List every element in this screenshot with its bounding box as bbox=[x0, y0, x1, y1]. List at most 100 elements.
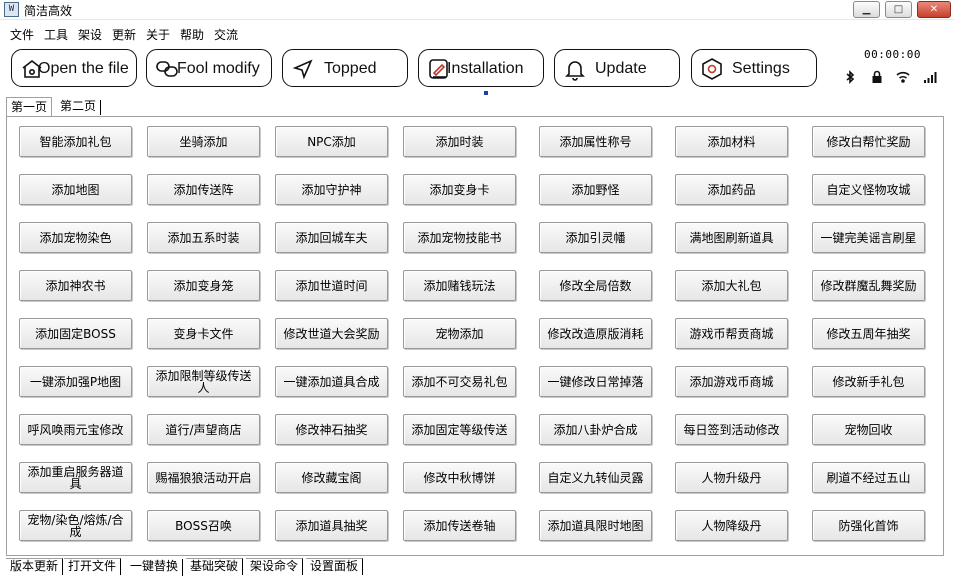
tab-one-click-replace[interactable]: 一键替换 bbox=[126, 559, 184, 576]
minimize-button[interactable]: ▁ bbox=[853, 1, 880, 18]
grid-button[interactable]: 宠物/染色/熔炼/合成 bbox=[19, 510, 132, 541]
tab-page-two[interactable]: 第二页 bbox=[56, 100, 102, 115]
settings-label: Settings bbox=[732, 60, 790, 77]
settings-button[interactable]: Settings bbox=[691, 49, 817, 87]
grid-button[interactable]: 添加固定BOSS bbox=[19, 318, 132, 349]
window-title: 简洁高效 bbox=[24, 4, 73, 18]
tab-basic-breakthrough[interactable]: 基础突破 bbox=[186, 558, 244, 575]
grid-button[interactable]: 坐骑添加 bbox=[147, 126, 260, 157]
grid-button[interactable]: 修改五周年抽奖 bbox=[812, 318, 925, 349]
title-bar: W 简洁高效 ▁ □ ✕ bbox=[0, 0, 954, 20]
grid-button[interactable]: 修改全局倍数 bbox=[539, 270, 652, 301]
grid-button[interactable]: 人物降级丹 bbox=[675, 510, 788, 541]
clock-readout: 00:00:00 bbox=[864, 48, 921, 61]
grid-button[interactable]: 添加道具限时地图 bbox=[539, 510, 652, 541]
grid-button[interactable]: 游戏币帮贡商城 bbox=[675, 318, 788, 349]
grid-button[interactable]: 添加限制等级传送人 bbox=[147, 366, 260, 397]
grid-button[interactable]: 赐福狼狼活动开启 bbox=[147, 462, 260, 493]
grid-button[interactable]: 添加重启服务器道具 bbox=[19, 462, 132, 493]
close-button[interactable]: ✕ bbox=[917, 1, 951, 18]
grid-button[interactable]: 添加时装 bbox=[403, 126, 516, 157]
grid-button[interactable]: 修改世道大会奖励 bbox=[275, 318, 388, 349]
grid-button[interactable]: 添加传送阵 bbox=[147, 174, 260, 205]
open-file-label: Open the file bbox=[38, 60, 129, 77]
grid-button[interactable]: 道行/声望商店 bbox=[147, 414, 260, 445]
installation-button[interactable]: Installation bbox=[418, 49, 544, 87]
grid-button[interactable]: 修改藏宝阁 bbox=[275, 462, 388, 493]
grid-button[interactable]: 满地图刷新道具 bbox=[675, 222, 788, 253]
grid-button[interactable]: 修改中秋博饼 bbox=[403, 462, 516, 493]
location-icon bbox=[292, 59, 313, 80]
grid-button[interactable]: 呼风唤雨元宝修改 bbox=[19, 414, 132, 445]
grid-button[interactable]: 修改改造原版消耗 bbox=[539, 318, 652, 349]
fool-modify-button[interactable]: Fool modify bbox=[146, 49, 272, 87]
grid-button[interactable]: 添加固定等级传送 bbox=[403, 414, 516, 445]
grid-button[interactable]: 修改群魔乱舞奖励 bbox=[812, 270, 925, 301]
grid-button[interactable]: 添加守护神 bbox=[275, 174, 388, 205]
menu-tools[interactable]: 工具 bbox=[44, 26, 68, 43]
grid-button[interactable]: 添加赌钱玩法 bbox=[403, 270, 516, 301]
grid-button[interactable]: 添加引灵幡 bbox=[539, 222, 652, 253]
grid-button[interactable]: 添加材料 bbox=[675, 126, 788, 157]
wifi-icon bbox=[896, 71, 910, 83]
grid-button[interactable]: 修改神石抽奖 bbox=[275, 414, 388, 445]
grid-button[interactable]: 添加游戏币商城 bbox=[675, 366, 788, 397]
open-file-button[interactable]: Open the file bbox=[11, 49, 137, 87]
tab-settings-panel[interactable]: 设置面板 bbox=[306, 558, 364, 575]
grid-button[interactable]: 宠物回收 bbox=[812, 414, 925, 445]
menu-community[interactable]: 交流 bbox=[214, 26, 238, 43]
grid-button[interactable]: 人物升级丹 bbox=[675, 462, 788, 493]
grid-button[interactable]: 刷道不经过五山 bbox=[812, 462, 925, 493]
grid-button[interactable]: 添加宠物染色 bbox=[19, 222, 132, 253]
grid-button[interactable]: 添加八卦炉合成 bbox=[539, 414, 652, 445]
grid-button[interactable]: 一键完美谣言刷星 bbox=[812, 222, 925, 253]
tab-open-file[interactable]: 打开文件 bbox=[64, 558, 122, 575]
grid-button[interactable]: 添加不可交易礼包 bbox=[403, 366, 516, 397]
update-label: Update bbox=[595, 60, 647, 77]
grid-button[interactable]: 修改新手礼包 bbox=[812, 366, 925, 397]
menu-help[interactable]: 帮助 bbox=[180, 26, 204, 43]
grid-button[interactable]: 添加野怪 bbox=[539, 174, 652, 205]
grid-button[interactable]: 添加道具抽奖 bbox=[275, 510, 388, 541]
grid-button[interactable]: 添加世道时间 bbox=[275, 270, 388, 301]
grid-button[interactable]: 添加地图 bbox=[19, 174, 132, 205]
grid-button[interactable]: 每日签到活动修改 bbox=[675, 414, 788, 445]
grid-button[interactable]: 添加传送卷轴 bbox=[403, 510, 516, 541]
grid-button[interactable]: 一键修改日常掉落 bbox=[539, 366, 652, 397]
grid-button[interactable]: 添加属性称号 bbox=[539, 126, 652, 157]
grid-button[interactable]: 添加神农书 bbox=[19, 270, 132, 301]
grid-button[interactable]: 添加五系时装 bbox=[147, 222, 260, 253]
grid-button[interactable]: 宠物添加 bbox=[403, 318, 516, 349]
bottom-tabs: 版本更新 打开文件 一键替换 基础突破 架设命令 设置面板 bbox=[6, 558, 944, 576]
menu-about[interactable]: 关于 bbox=[146, 26, 170, 43]
grid-button[interactable]: 添加大礼包 bbox=[675, 270, 788, 301]
grid-button[interactable]: 修改白帮忙奖励 bbox=[812, 126, 925, 157]
update-button[interactable]: Update bbox=[554, 49, 680, 87]
grid-button[interactable]: 智能添加礼包 bbox=[19, 126, 132, 157]
menu-setup[interactable]: 架设 bbox=[78, 26, 102, 43]
grid-button[interactable]: 添加回城车夫 bbox=[275, 222, 388, 253]
menu-bar: 文件 工具 架设 更新 关于 帮助 交流 bbox=[0, 23, 954, 43]
grid-button[interactable]: 一键添加道具合成 bbox=[275, 366, 388, 397]
grid-button[interactable]: 自定义九转仙灵露 bbox=[539, 462, 652, 493]
fool-modify-label: Fool modify bbox=[177, 60, 260, 77]
grid-button[interactable]: BOSS召唤 bbox=[147, 510, 260, 541]
tab-version-update[interactable]: 版本更新 bbox=[6, 558, 64, 575]
grid-button[interactable]: 添加宠物技能书 bbox=[403, 222, 516, 253]
grid-button[interactable]: 添加变身卡 bbox=[403, 174, 516, 205]
grid-button[interactable]: 添加变身笼 bbox=[147, 270, 260, 301]
menu-file[interactable]: 文件 bbox=[10, 26, 34, 43]
grid-button[interactable]: 自定义怪物攻城 bbox=[812, 174, 925, 205]
grid-button[interactable]: NPC添加 bbox=[275, 126, 388, 157]
grid-button[interactable]: 变身卡文件 bbox=[147, 318, 260, 349]
tab-page-one[interactable]: 第一页 bbox=[6, 97, 53, 117]
maximize-button[interactable]: □ bbox=[885, 1, 912, 18]
installation-label: Installation bbox=[447, 60, 524, 77]
grid-button[interactable]: 添加药品 bbox=[675, 174, 788, 205]
grid-button[interactable]: 一键添加强P地图 bbox=[19, 366, 132, 397]
grid-button[interactable]: 防强化首饰 bbox=[812, 510, 925, 541]
topped-button[interactable]: Topped bbox=[282, 49, 408, 87]
app-icon: W bbox=[4, 2, 19, 17]
menu-update[interactable]: 更新 bbox=[112, 26, 136, 43]
tab-setup-commands[interactable]: 架设命令 bbox=[246, 558, 304, 575]
